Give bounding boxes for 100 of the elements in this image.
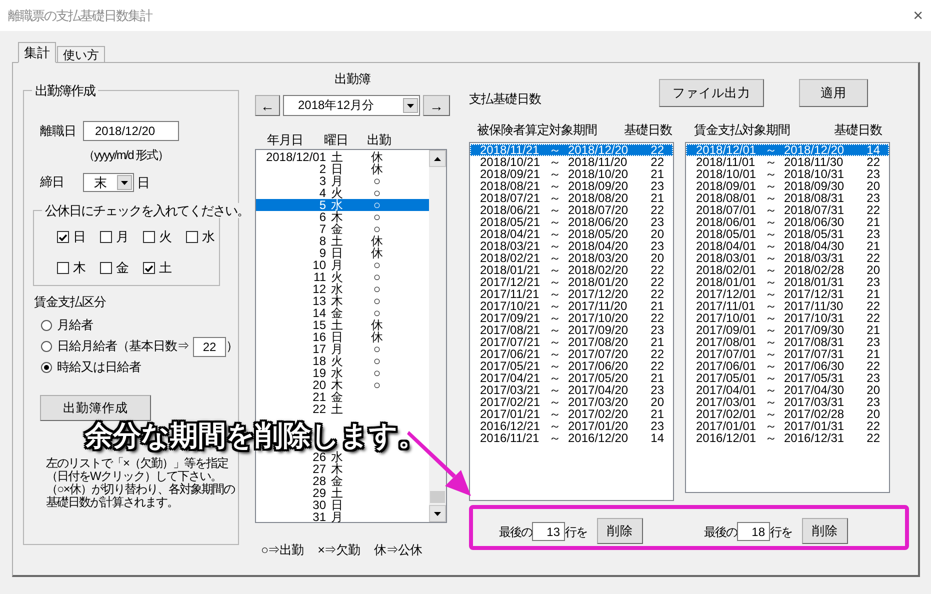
- period-row[interactable]: 2016/11/21 ～ 2016/12/20 14: [470, 432, 673, 444]
- period-row[interactable]: 2018/07/01 ～ 2018/07/31 22: [686, 204, 889, 216]
- period-row[interactable]: 2017/11/21 ～ 2017/12/20 22: [470, 288, 673, 300]
- period-row[interactable]: 2018/12/01 ～ 2018/12/20 14: [686, 144, 889, 156]
- day-row[interactable]: 27 木: [256, 463, 429, 475]
- day-row[interactable]: 2018/12/01 土 休: [256, 151, 429, 163]
- period-row[interactable]: 2018/10/01 ～ 2018/10/31 23: [686, 168, 889, 180]
- period-row[interactable]: 2017/08/21 ～ 2017/09/20 23: [470, 324, 673, 336]
- day-row[interactable]: 17 月 ○: [256, 343, 429, 355]
- create-book-button[interactable]: 出勤簿作成: [40, 395, 151, 421]
- radio-button[interactable]: [41, 341, 52, 352]
- radio-button[interactable]: [41, 362, 52, 373]
- radio-button[interactable]: [41, 320, 52, 331]
- period-row[interactable]: 2018/08/21 ～ 2018/09/20 23: [470, 180, 673, 192]
- scroll-up-icon[interactable]: [434, 156, 441, 160]
- period-row[interactable]: 2018/11/01 ～ 2018/11/30 22: [686, 156, 889, 168]
- period-row[interactable]: 2017/10/21 ～ 2017/11/20 21: [470, 300, 673, 312]
- period-row[interactable]: 2018/10/21 ～ 2018/11/20 22: [470, 156, 673, 168]
- period-row[interactable]: 2017/07/01 ～ 2017/07/31 21: [686, 348, 889, 360]
- day-row[interactable]: 6 木 ○: [256, 211, 429, 223]
- period-row[interactable]: 2018/01/01 ～ 2018/01/31 23: [686, 276, 889, 288]
- period-row[interactable]: 2017/12/21 ～ 2018/01/20 22: [470, 276, 673, 288]
- period-row[interactable]: 2018/06/01 ～ 2018/06/30 21: [686, 216, 889, 228]
- row-count-field[interactable]: 13: [532, 522, 565, 541]
- period-row[interactable]: 2017/02/01 ～ 2017/02/28 20: [686, 408, 889, 420]
- day-row[interactable]: 7 金 ○: [256, 223, 429, 235]
- day-row[interactable]: 18 火 ○: [256, 355, 429, 367]
- export-file-button[interactable]: ファイル出力: [659, 79, 764, 107]
- period-row[interactable]: 2018/08/01 ～ 2018/08/31 23: [686, 192, 889, 204]
- period-row[interactable]: 2018/05/21 ～ 2018/06/20 23: [470, 216, 673, 228]
- delete-button[interactable]: 削除: [802, 518, 848, 544]
- day-row[interactable]: 15 土 休: [256, 319, 429, 331]
- day-row[interactable]: 19 水 ○: [256, 367, 429, 379]
- date-field[interactable]: 2018/12/20: [83, 121, 179, 141]
- apply-button[interactable]: 適用: [799, 79, 868, 107]
- tab[interactable]: 集計: [18, 42, 56, 63]
- period-row[interactable]: 2017/05/01 ～ 2017/05/31 23: [686, 372, 889, 384]
- period-row[interactable]: 2017/08/01 ～ 2017/08/31 23: [686, 336, 889, 348]
- period-row[interactable]: 2017/06/01 ～ 2017/06/30 22: [686, 360, 889, 372]
- period-row[interactable]: 2018/11/21 ～ 2018/12/20 22: [470, 144, 673, 156]
- scrollbar[interactable]: [429, 150, 446, 522]
- day-row[interactable]: 12 水 ○: [256, 283, 429, 295]
- period-row[interactable]: 2018/02/01 ～ 2018/02/28 20: [686, 264, 889, 276]
- day-row[interactable]: 22 土: [256, 403, 429, 415]
- row-count-field[interactable]: 18: [737, 522, 770, 541]
- period-row[interactable]: 2018/09/21 ～ 2018/10/20 21: [470, 168, 673, 180]
- next-month-button[interactable]: →: [423, 95, 450, 116]
- period-row[interactable]: 2017/11/01 ～ 2017/11/30 22: [686, 300, 889, 312]
- holiday-checkbox[interactable]: 日: [57, 228, 100, 246]
- holiday-checkbox[interactable]: 金: [100, 259, 143, 277]
- month-dropdown[interactable]: 2018年12月分: [283, 95, 420, 116]
- period-row[interactable]: 2017/07/21 ～ 2017/08/20 21: [470, 336, 673, 348]
- period-row[interactable]: 2018/04/01 ～ 2018/04/30 21: [686, 240, 889, 252]
- period-row[interactable]: 2018/09/01 ～ 2018/09/30 20: [686, 180, 889, 192]
- period-row[interactable]: 2018/03/21 ～ 2018/04/20 23: [470, 240, 673, 252]
- day-row[interactable]: 16 日 休: [256, 331, 429, 343]
- period-row[interactable]: 2017/04/01 ～ 2017/04/30 20: [686, 384, 889, 396]
- period-row[interactable]: 2018/07/21 ～ 2018/08/20 21: [470, 192, 673, 204]
- period-row[interactable]: 2017/12/01 ～ 2017/12/31 21: [686, 288, 889, 300]
- day-row[interactable]: 4 火 ○: [256, 187, 429, 199]
- period-list[interactable]: [685, 142, 890, 493]
- day-row[interactable]: 13 木 ○: [256, 295, 429, 307]
- scroll-thumb[interactable]: [430, 491, 445, 503]
- day-row[interactable]: 31 月: [256, 511, 429, 523]
- close-button[interactable]: ×: [913, 7, 922, 24]
- day-row[interactable]: 11 火 ○: [256, 271, 429, 283]
- previous-month-button[interactable]: ←: [255, 95, 280, 116]
- period-row[interactable]: 2017/05/21 ～ 2017/06/20 22: [470, 360, 673, 372]
- period-row[interactable]: 2018/06/21 ～ 2018/07/20 22: [470, 204, 673, 216]
- period-row[interactable]: 2016/12/01 ～ 2016/12/31 22: [686, 432, 889, 444]
- period-row[interactable]: 2017/04/21 ～ 2017/05/20 21: [470, 372, 673, 384]
- period-row[interactable]: 2017/01/01 ～ 2017/01/31 22: [686, 420, 889, 432]
- day-row[interactable]: 14 金 ○: [256, 307, 429, 319]
- day-row[interactable]: 9 日 休: [256, 247, 429, 259]
- period-row[interactable]: 2017/02/21 ～ 2017/03/20 20: [470, 396, 673, 408]
- period-row[interactable]: 2018/03/01 ～ 2018/03/31 22: [686, 252, 889, 264]
- period-row[interactable]: 2017/03/01 ～ 2017/03/31 23: [686, 396, 889, 408]
- holiday-checkbox[interactable]: 火: [143, 228, 186, 246]
- period-row[interactable]: 2016/12/21 ～ 2017/01/20 23: [470, 420, 673, 432]
- tab[interactable]: 使い方: [57, 46, 105, 62]
- period-list[interactable]: [469, 142, 674, 501]
- holiday-checkbox[interactable]: 月: [100, 228, 143, 246]
- period-row[interactable]: 2017/06/21 ～ 2017/07/20 22: [470, 348, 673, 360]
- day-row[interactable]: 29 土: [256, 487, 429, 499]
- day-row[interactable]: 5 水 ○: [256, 199, 429, 211]
- holiday-checkbox[interactable]: 木: [57, 259, 100, 277]
- day-row[interactable]: 30 日: [256, 499, 429, 511]
- period-row[interactable]: 2018/02/21 ～ 2018/03/20 20: [470, 252, 673, 264]
- day-row[interactable]: 20 木 ○: [256, 379, 429, 391]
- day-row[interactable]: 21 金: [256, 391, 429, 403]
- period-row[interactable]: 2018/04/21 ～ 2018/05/20 20: [470, 228, 673, 240]
- day-row[interactable]: 3 月 ○: [256, 175, 429, 187]
- holiday-checkbox[interactable]: 水: [186, 228, 229, 246]
- day-row[interactable]: 10 月 ○: [256, 259, 429, 271]
- period-row[interactable]: 2017/01/21 ～ 2017/02/20 21: [470, 408, 673, 420]
- days-field[interactable]: 22: [193, 336, 226, 356]
- day-row[interactable]: 2 日 休: [256, 163, 429, 175]
- period-row[interactable]: 2017/09/01 ～ 2017/09/30 21: [686, 324, 889, 336]
- delete-button[interactable]: 削除: [597, 518, 643, 544]
- period-row[interactable]: 2017/09/21 ～ 2017/10/20 22: [470, 312, 673, 324]
